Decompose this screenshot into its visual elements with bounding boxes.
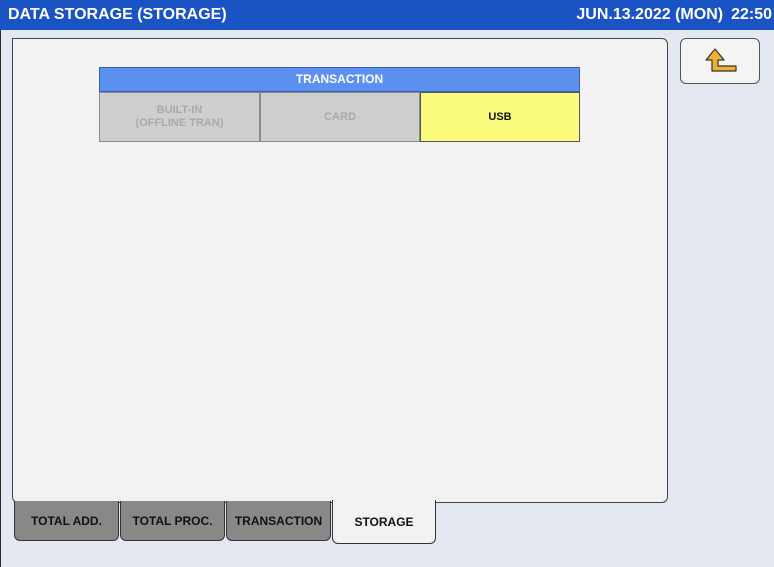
tab-transaction[interactable]: TRANSACTION bbox=[226, 501, 331, 541]
transaction-group-header: TRANSACTION bbox=[99, 67, 580, 92]
tab-total-proc[interactable]: TOTAL PROC. bbox=[120, 501, 225, 541]
back-button[interactable] bbox=[680, 38, 760, 84]
screen-frame bbox=[0, 30, 6, 567]
tab-storage[interactable]: STORAGE bbox=[332, 500, 436, 544]
return-arrow-icon bbox=[705, 48, 737, 72]
date-text: JUN.13.2022 (MON) bbox=[576, 6, 724, 23]
page-title: DATA STORAGE (STORAGE) bbox=[8, 6, 227, 23]
transaction-group: TRANSACTION BUILT-IN (OFFLINE TRAN) CARD… bbox=[99, 67, 580, 143]
title-bar: DATA STORAGE (STORAGE) JUN.13.2022 (MON)… bbox=[0, 0, 774, 30]
builtin-offline-tran-button[interactable]: BUILT-IN (OFFLINE TRAN) bbox=[99, 92, 260, 142]
tab-total-add[interactable]: TOTAL ADD. bbox=[14, 501, 119, 541]
card-button[interactable]: CARD bbox=[260, 92, 420, 142]
usb-button[interactable]: USB bbox=[420, 92, 580, 142]
datetime-display: JUN.13.2022 (MON) 22:50 bbox=[576, 6, 772, 24]
time-text: 22:50 bbox=[731, 6, 772, 23]
